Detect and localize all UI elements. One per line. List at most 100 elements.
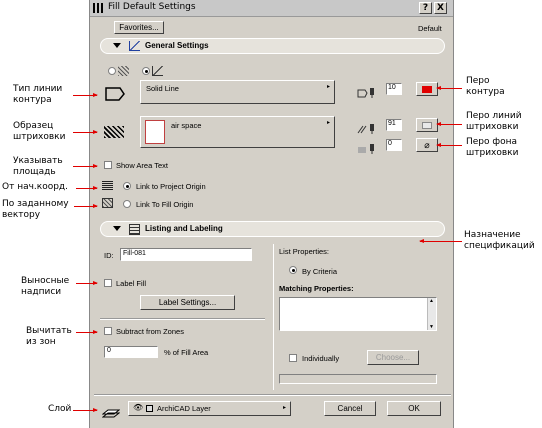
separator bbox=[94, 394, 451, 396]
annotation-show-area: Указывать площадь bbox=[13, 156, 63, 177]
annotation-arrow bbox=[73, 130, 98, 134]
show-area-text-checkbox[interactable] bbox=[104, 161, 112, 169]
annotation-hatch-pen: Перо линий штриховки bbox=[466, 111, 522, 132]
layer-dropdown[interactable]: 👁 ArchiCAD Layer ▸ bbox=[128, 401, 291, 416]
line-type-dropdown[interactable]: Solid Line ▸ bbox=[140, 80, 335, 104]
bg-pen-input[interactable]: 0 bbox=[386, 139, 402, 151]
ok-button[interactable]: OK bbox=[387, 401, 441, 416]
hatch-type-radio-2[interactable] bbox=[142, 67, 150, 75]
line-type-value: Solid Line bbox=[146, 84, 179, 93]
annotation-arrow bbox=[76, 186, 98, 190]
contour-preview-icon bbox=[104, 86, 128, 106]
contour-pen-input[interactable]: 10 bbox=[386, 83, 402, 95]
annotation-arrow bbox=[73, 408, 98, 412]
by-criteria-label: By Criteria bbox=[302, 267, 338, 276]
link-project-origin-label: Link to Project Origin bbox=[136, 182, 206, 191]
criteria-text-field bbox=[279, 374, 437, 384]
general-settings-title: General Settings bbox=[145, 41, 209, 50]
help-button[interactable]: ? bbox=[419, 2, 432, 14]
hatch-type-radio-1[interactable] bbox=[108, 67, 116, 75]
link-project-origin-radio[interactable] bbox=[123, 182, 131, 190]
annotation-hatch-sample: Образец штриховки bbox=[13, 121, 66, 142]
matching-properties-list[interactable]: ▲ ▼ bbox=[279, 297, 437, 331]
annotation-arrow bbox=[76, 330, 98, 334]
default-label: Default bbox=[418, 24, 442, 33]
annotation-arrow bbox=[436, 143, 462, 147]
bg-pen-color-button[interactable]: ⌀ bbox=[416, 138, 438, 152]
fill-preview bbox=[145, 120, 165, 144]
annotation-arrow bbox=[73, 164, 98, 168]
percent-input[interactable]: 0 bbox=[104, 346, 158, 358]
favorites-button[interactable]: Favorites... bbox=[114, 21, 164, 34]
fill-type-dropdown[interactable]: air space ▸ bbox=[140, 116, 335, 148]
hatch-pen-icon bbox=[357, 120, 377, 139]
scroll-down-icon[interactable]: ▼ bbox=[429, 324, 434, 330]
label-settings-button[interactable]: Label Settings... bbox=[140, 295, 235, 310]
subtract-zones-checkbox[interactable] bbox=[104, 327, 112, 335]
show-area-text-label: Show Area Text bbox=[116, 161, 168, 170]
annotation-arrow bbox=[76, 281, 98, 285]
annotation-callouts: Выносные надписи bbox=[21, 276, 70, 297]
general-settings-header[interactable]: General Settings bbox=[100, 38, 445, 54]
listing-labeling-title: Listing and Labeling bbox=[145, 224, 223, 233]
title-bar[interactable]: Fill Default Settings ? X bbox=[90, 0, 453, 17]
percent-label: % of Fill Area bbox=[164, 348, 209, 357]
annotation-spec: Назначение спецификаций bbox=[464, 230, 535, 251]
listing-icon bbox=[129, 224, 140, 235]
annotation-subtract-zones: Вычитать из зон bbox=[26, 326, 72, 347]
listing-labeling-header[interactable]: Listing and Labeling bbox=[100, 221, 445, 237]
link-fill-origin-radio[interactable] bbox=[123, 200, 131, 208]
separator bbox=[100, 318, 265, 320]
app-icon bbox=[93, 3, 104, 13]
empty-pen-icon: ⌀ bbox=[424, 140, 430, 150]
annotation-by-vector: По заданному вектору bbox=[2, 199, 69, 220]
id-label: ID: bbox=[104, 251, 114, 260]
hatch-icon bbox=[118, 66, 129, 76]
choose-button[interactable]: Choose... bbox=[367, 350, 419, 365]
id-input[interactable]: Fill-081 bbox=[120, 248, 252, 261]
hatch-alt-icon bbox=[152, 66, 163, 76]
window-title: Fill Default Settings bbox=[108, 2, 196, 12]
matching-properties-label: Matching Properties: bbox=[279, 284, 354, 293]
pen-color-swatch bbox=[422, 122, 432, 129]
dropdown-arrow-icon: ▸ bbox=[326, 120, 330, 126]
close-button[interactable]: X bbox=[434, 2, 447, 14]
annotation-arrow bbox=[436, 122, 462, 126]
annotation-arrow bbox=[74, 204, 98, 208]
cancel-button[interactable]: Cancel bbox=[324, 401, 376, 416]
annotation-arrow bbox=[73, 93, 98, 97]
collapse-triangle-icon[interactable] bbox=[113, 226, 121, 231]
bg-pen-icon bbox=[357, 140, 377, 159]
pen-color-swatch bbox=[422, 86, 432, 93]
fill-icon bbox=[129, 41, 140, 51]
label-fill-label: Label Fill bbox=[116, 279, 147, 288]
subtract-zones-label: Subtract from Zones bbox=[116, 327, 184, 336]
fill-type-value: air space bbox=[171, 121, 202, 130]
project-origin-icon bbox=[102, 180, 113, 190]
annotation-contour-type: Тип линии контура bbox=[13, 84, 63, 105]
column-divider bbox=[273, 244, 274, 390]
list-properties-label: List Properties: bbox=[279, 247, 330, 256]
lock-icon bbox=[146, 405, 153, 412]
annotation-bg-pen: Перо фона штриховки bbox=[466, 137, 519, 158]
collapse-triangle-icon[interactable] bbox=[113, 43, 121, 48]
fill-origin-icon bbox=[102, 198, 113, 208]
hatch-sample-icon bbox=[104, 126, 124, 138]
individually-label: Individually bbox=[302, 354, 340, 363]
by-criteria-radio[interactable] bbox=[289, 266, 297, 274]
eye-icon: 👁 bbox=[133, 403, 144, 412]
dropdown-arrow-icon: ▸ bbox=[282, 405, 286, 411]
fill-settings-dialog: Fill Default Settings ? X Favorites... D… bbox=[89, 0, 454, 428]
annotation-arrow bbox=[419, 239, 462, 243]
list-scrollbar[interactable]: ▲ ▼ bbox=[427, 298, 436, 330]
scroll-up-icon[interactable]: ▲ bbox=[429, 298, 434, 304]
hatch-pen-color-button[interactable] bbox=[416, 118, 438, 132]
annotation-contour-pen: Перо контура bbox=[466, 76, 505, 97]
hatch-pen-input[interactable]: 91 bbox=[386, 119, 402, 131]
contour-pen-icon bbox=[357, 84, 377, 103]
layer-value: ArchiCAD Layer bbox=[157, 404, 211, 413]
individually-checkbox[interactable] bbox=[289, 354, 297, 362]
annotation-arrow bbox=[436, 86, 462, 90]
contour-pen-color-button[interactable] bbox=[416, 82, 438, 96]
label-fill-checkbox[interactable] bbox=[104, 279, 112, 287]
